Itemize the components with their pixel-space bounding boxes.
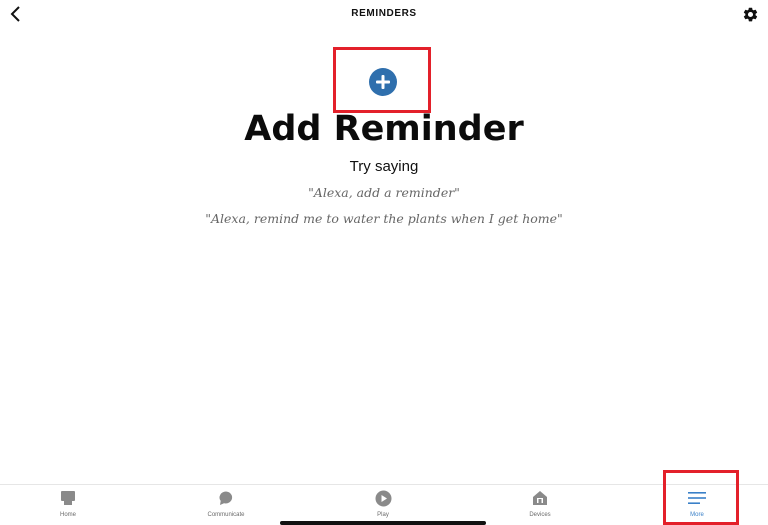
nav-label: Play <box>377 512 389 518</box>
bottom-nav: Home Communicate Play Devices More <box>0 484 768 525</box>
nav-label: Communicate <box>207 512 245 518</box>
nav-item-devices[interactable]: Devices <box>500 489 580 523</box>
nav-item-home[interactable]: Home <box>28 489 108 523</box>
nav-item-more[interactable]: More <box>657 489 737 523</box>
reminders-screen: REMINDERS Add Reminder Try saying "Alexa… <box>0 0 768 525</box>
devices-house-icon <box>531 489 549 507</box>
play-icon <box>374 489 392 507</box>
nav-item-play[interactable]: Play <box>343 489 423 523</box>
gear-icon <box>743 7 757 21</box>
example-phrase: "Alexa, add a reminder" <box>308 185 460 200</box>
nav-label: Home <box>59 512 76 518</box>
chat-bubble-icon <box>217 489 235 507</box>
plus-circle-icon <box>369 68 397 96</box>
subtitle: Try saying <box>349 158 419 175</box>
header: REMINDERS <box>0 0 768 28</box>
nav-item-communicate[interactable]: Communicate <box>186 489 266 523</box>
home-indicator <box>280 521 486 525</box>
home-icon <box>59 489 77 507</box>
main-heading: Add Reminder <box>244 109 524 149</box>
nav-label: Devices <box>529 512 551 518</box>
page-title: REMINDERS <box>351 8 417 19</box>
example-phrase: "Alexa, remind me to water the plants wh… <box>205 211 563 226</box>
add-reminder-button[interactable] <box>369 68 397 96</box>
settings-button[interactable] <box>740 4 760 24</box>
menu-icon <box>688 489 706 507</box>
nav-label: More <box>690 512 704 518</box>
